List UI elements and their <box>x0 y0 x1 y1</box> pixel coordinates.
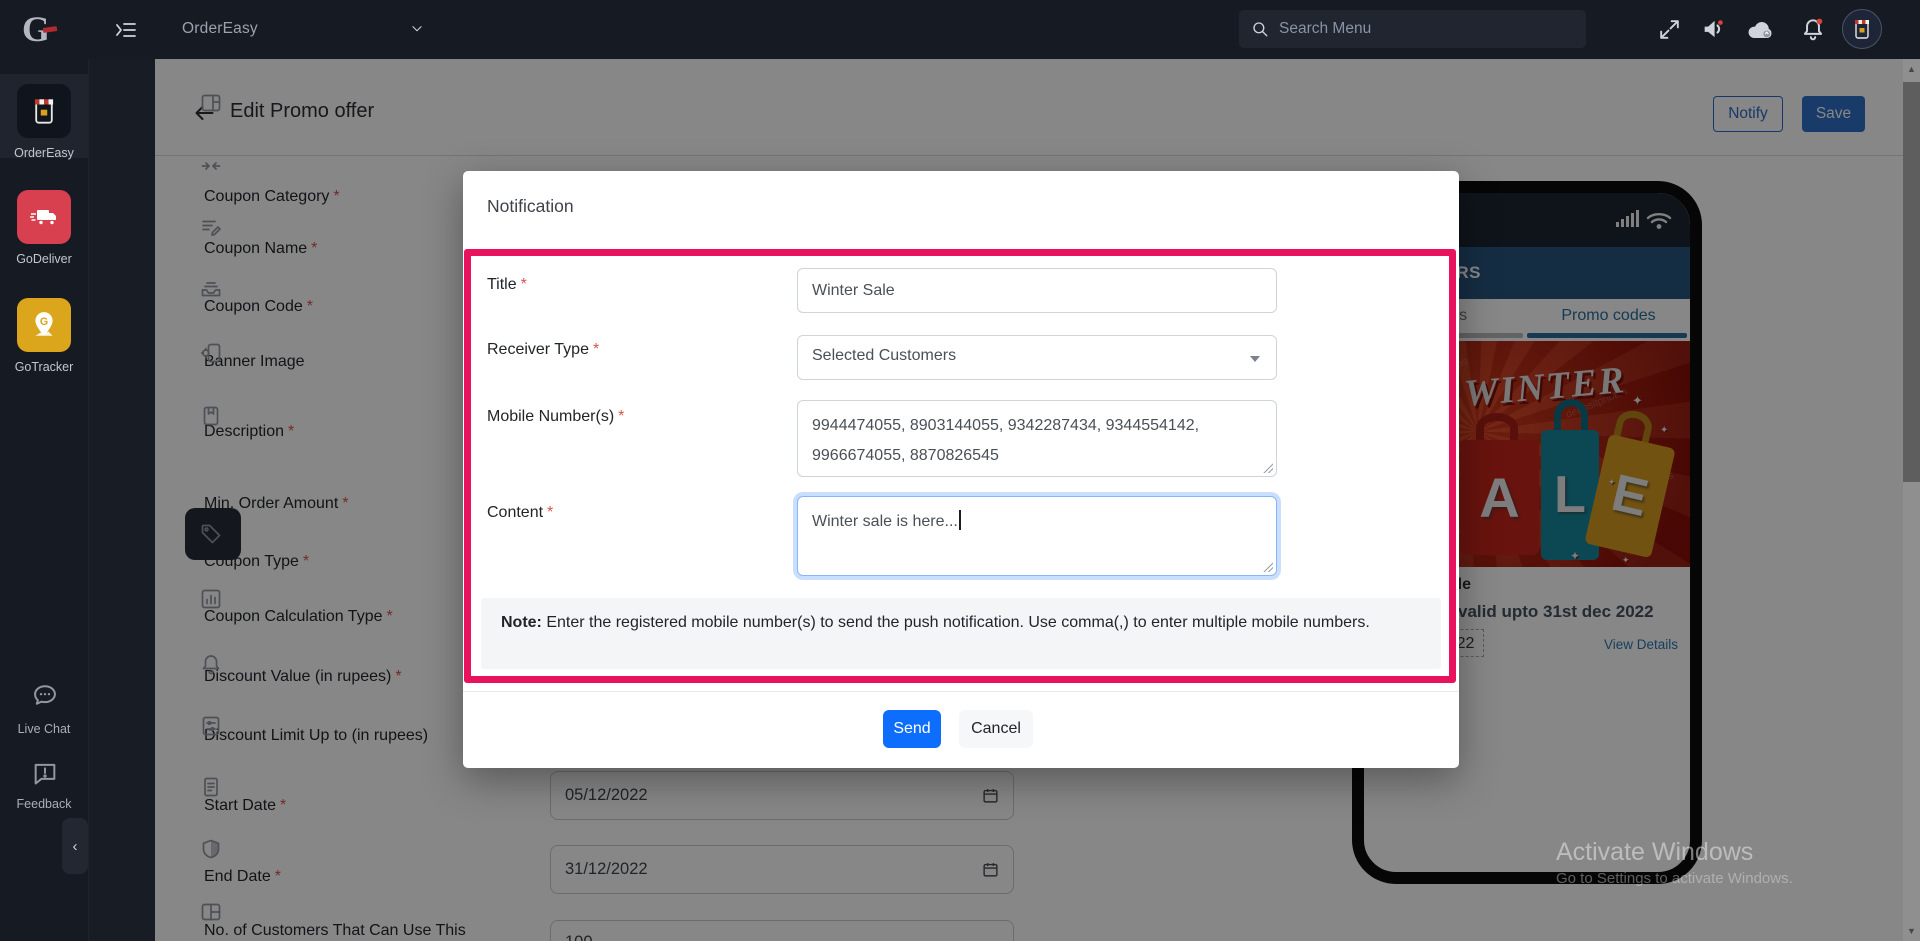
screen: G OrderEasy Search Menu OrderEasy GoDeli… <box>0 0 1920 941</box>
activate-windows-text: Activate Windows <box>1556 838 1754 866</box>
chevron-down-icon[interactable] <box>408 22 426 36</box>
scroll-down-arrow[interactable]: ▼ <box>1903 921 1920 941</box>
receiver-type-label: Receiver Type * <box>487 341 600 358</box>
notifications-bell-icon[interactable] <box>1800 15 1826 43</box>
notification-modal: Notification Title* Receiver Type* Selec… <box>463 171 1459 768</box>
app-label-gotracker: GoTracker <box>14 360 74 374</box>
text-cursor <box>958 510 961 530</box>
live-chat-label: Live Chat <box>17 722 71 736</box>
app-ordereasy[interactable] <box>17 84 71 138</box>
godeliver-truck-icon <box>30 210 56 226</box>
modal-title: Notification <box>487 196 574 216</box>
title-input[interactable] <box>797 268 1277 313</box>
footer-divider <box>463 691 1459 692</box>
announcement-icon[interactable] <box>1700 15 1728 43</box>
content-textarea[interactable]: Winter sale is here... <box>797 496 1277 576</box>
feedback-icon[interactable] <box>31 759 59 787</box>
fullscreen-icon[interactable] <box>1657 17 1682 42</box>
resize-grip[interactable] <box>1262 462 1273 473</box>
receiver-type-select[interactable]: Selected Customers <box>797 335 1277 380</box>
app-label-godeliver: GoDeliver <box>16 252 72 266</box>
page-scrollbar[interactable]: ▲ ▼ <box>1903 59 1920 941</box>
module-rail <box>88 59 241 941</box>
app-gotracker[interactable]: G <box>17 298 71 352</box>
select-caret-icon <box>1250 356 1260 362</box>
sidebar-toggle-icon[interactable] <box>113 18 139 42</box>
resize-grip[interactable] <box>1262 561 1273 572</box>
search-icon <box>1253 22 1268 37</box>
account-avatar[interactable] <box>1842 9 1882 49</box>
feedback-label: Feedback <box>16 797 72 811</box>
ordereasy-store-icon <box>34 99 54 124</box>
send-button[interactable]: Send <box>883 710 941 748</box>
app-label-ordereasy: OrderEasy <box>14 146 74 160</box>
storefront-icon <box>1855 20 1869 39</box>
svg-text:G: G <box>40 316 48 328</box>
scroll-up-arrow[interactable]: ▲ <box>1903 59 1920 79</box>
mobile-numbers-textarea[interactable]: 9944474055, 8903144055, 9342287434, 9344… <box>797 400 1277 477</box>
top-navbar: G OrderEasy Search Menu <box>0 0 1920 59</box>
logo-red-dash <box>42 26 58 33</box>
brand-logo[interactable]: G <box>22 8 64 50</box>
search-placeholder: Search Menu <box>1279 20 1372 37</box>
app-switcher-label[interactable]: OrderEasy <box>182 20 258 38</box>
live-chat-icon[interactable] <box>31 681 59 709</box>
collapse-chevron-icon: ‹ <box>72 837 78 855</box>
cancel-button[interactable]: Cancel <box>959 710 1033 748</box>
app-godeliver[interactable] <box>17 190 71 244</box>
title-label: Title * <box>487 276 527 293</box>
mobile-numbers-label: Mobile Number(s) * <box>487 408 625 425</box>
scrollbar-thumb[interactable] <box>1903 82 1920 482</box>
app-sidebar: OrderEasy GoDeliver G GoTracker Live Cha… <box>0 59 88 941</box>
cloud-sync-icon[interactable] <box>1745 17 1777 43</box>
menu-search[interactable]: Search Menu <box>1239 10 1586 48</box>
gotracker-pin-icon: G <box>35 312 53 336</box>
content-label: Content * <box>487 504 554 521</box>
sidebar-collapse-button[interactable]: ‹ <box>62 818 88 874</box>
modal-note: Note: Enter the registered mobile number… <box>481 598 1441 669</box>
activate-windows-subtext: Go to Settings to activate Windows. <box>1556 870 1793 887</box>
